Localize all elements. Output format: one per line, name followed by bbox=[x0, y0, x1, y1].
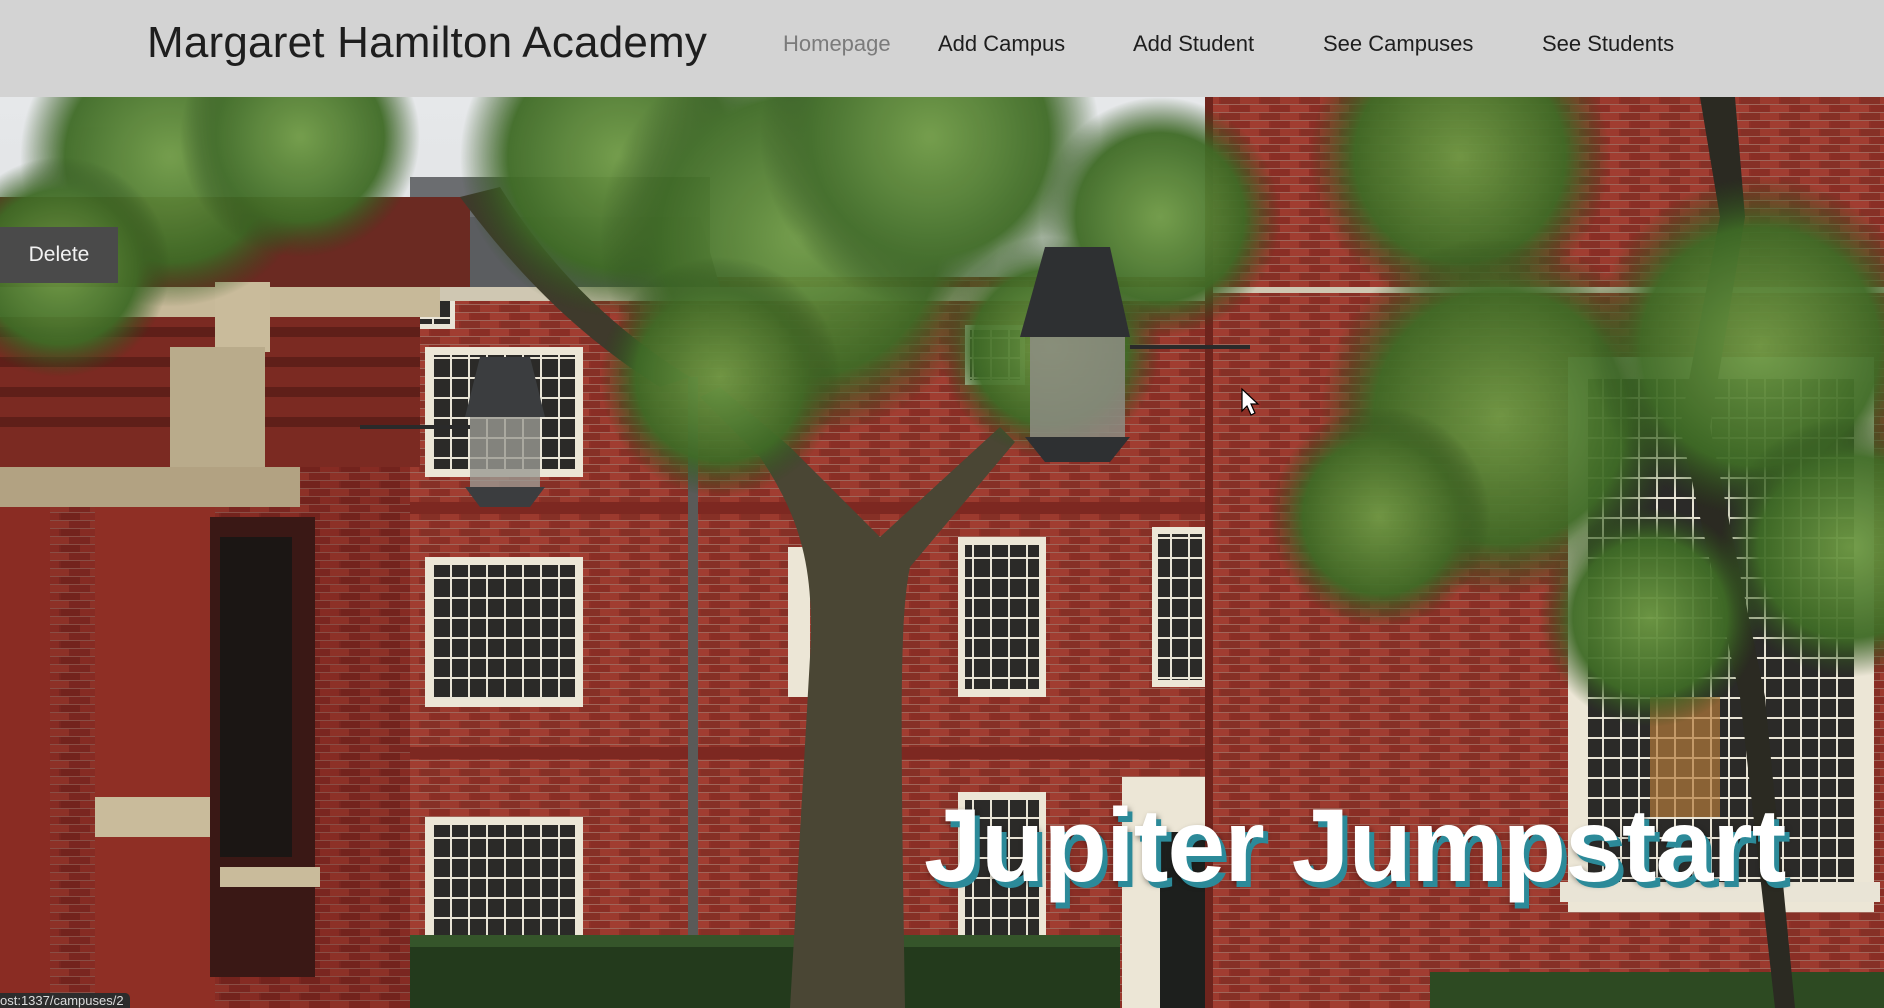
browser-status-url: ost:1337/campuses/2 bbox=[0, 993, 130, 1008]
nav-link-see-campuses[interactable]: See Campuses bbox=[1323, 31, 1473, 57]
top-navbar: Margaret Hamilton Academy Homepage Add C… bbox=[0, 0, 1884, 97]
nav-link-homepage[interactable]: Homepage bbox=[783, 31, 891, 57]
nav-link-add-campus[interactable]: Add Campus bbox=[938, 31, 1065, 57]
delete-campus-button[interactable]: Delete bbox=[0, 227, 118, 283]
nav-link-see-students[interactable]: See Students bbox=[1542, 31, 1674, 57]
campus-hero: Delete Jupiter Jumpstart bbox=[0, 97, 1884, 1008]
campus-name-heading: Jupiter Jumpstart bbox=[924, 788, 1786, 904]
nav-link-add-student[interactable]: Add Student bbox=[1133, 31, 1254, 57]
brand-title[interactable]: Margaret Hamilton Academy bbox=[147, 18, 707, 68]
